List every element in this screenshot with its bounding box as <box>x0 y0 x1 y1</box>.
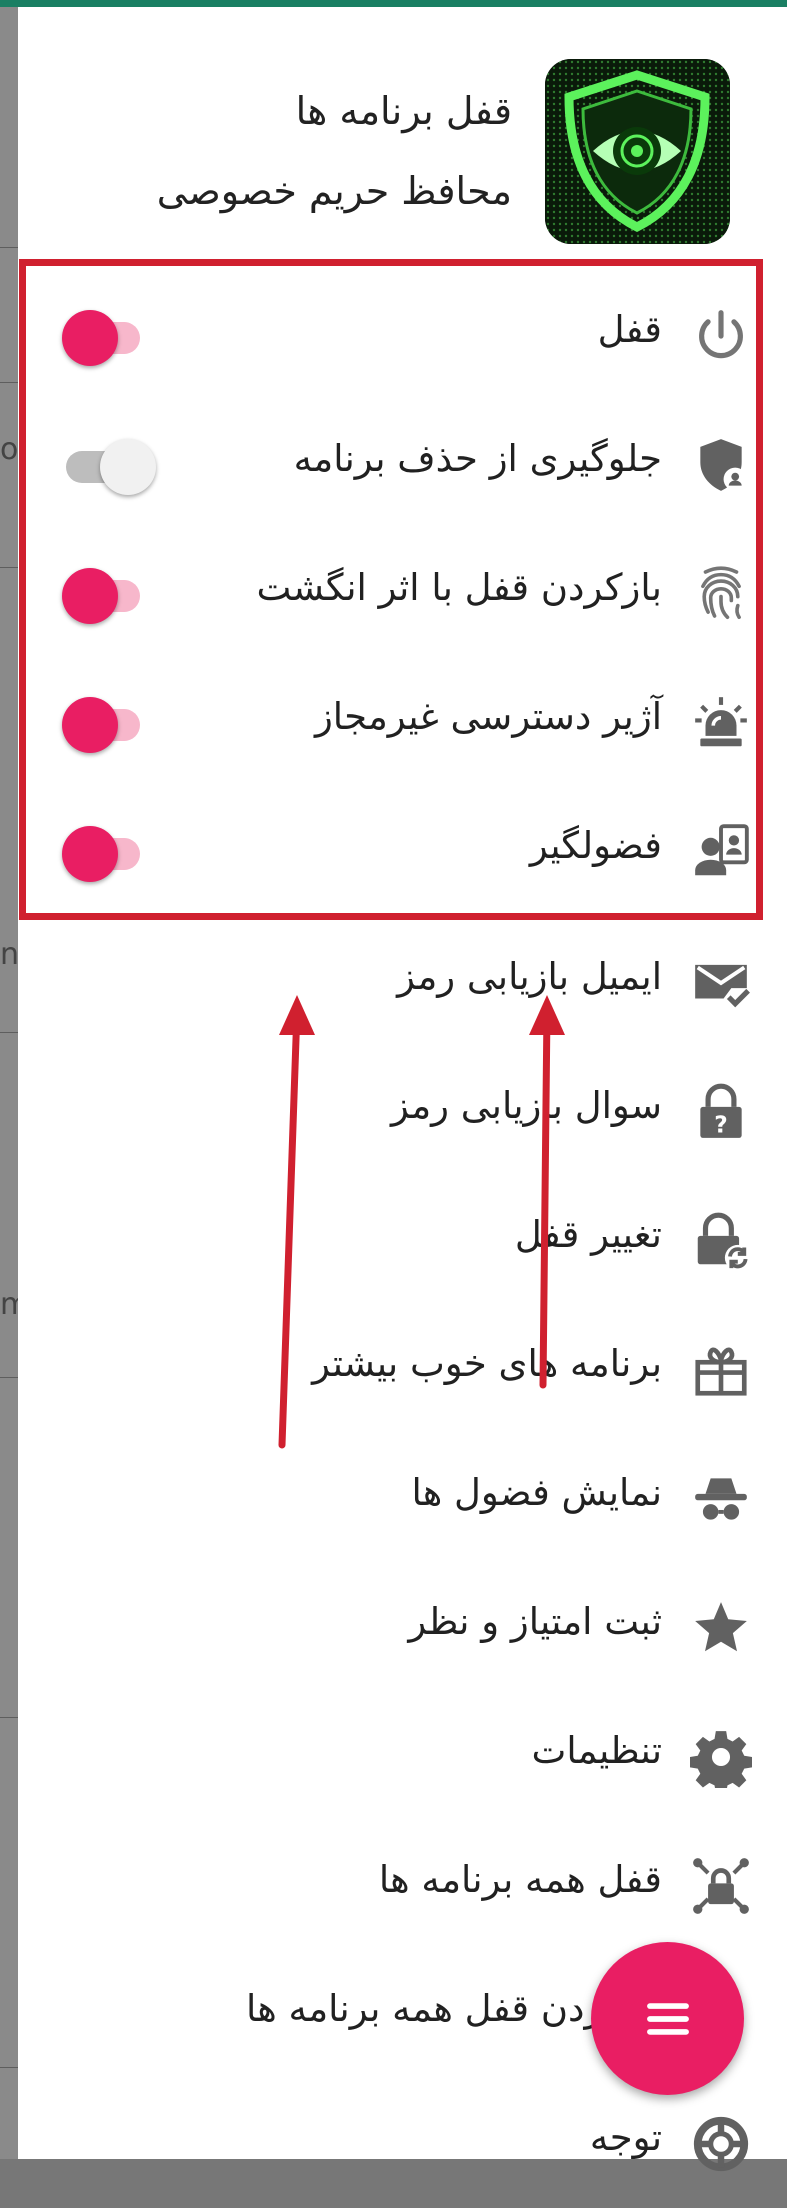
menu-item-label: برنامه های خوب بیشتر <box>312 1342 662 1385</box>
app-title: قفل برنامه ها <box>295 89 512 133</box>
menu-item-label: سوال بازیابی رمز <box>390 1084 662 1127</box>
menu-item-settings[interactable]: تنظیمات <box>18 1693 787 1821</box>
menu-fab[interactable] <box>591 1942 744 2095</box>
menu-item-recovery-question[interactable]: ? سوال بازیابی رمز <box>18 1048 787 1176</box>
lifebuoy-icon <box>687 2110 755 2178</box>
gear-icon <box>687 1723 755 1791</box>
eye-shield-logo <box>545 59 730 244</box>
menu-item-label: تنظیمات <box>531 1729 662 1772</box>
menu-item-label: قفل همه برنامه ها <box>378 1858 662 1901</box>
svg-text:?: ? <box>714 1112 728 1139</box>
app-subtitle: محافظ حریم خصوصی <box>156 169 512 213</box>
menu-item-rate[interactable]: ثبت امتیاز و نظر <box>18 1564 787 1692</box>
menu-item-label: ثبت امتیاز و نظر <box>408 1600 662 1643</box>
gift-icon <box>687 1336 755 1404</box>
lock-refresh-icon <box>687 1207 755 1275</box>
menu-item-lock-all[interactable]: قفل همه برنامه ها <box>18 1822 787 1950</box>
drawer-header: قفل برنامه ها محافظ حریم خصوصی <box>18 7 787 257</box>
status-bar <box>0 0 787 7</box>
email-check-icon <box>687 949 755 1017</box>
background-screen: o n m <box>0 7 29 2159</box>
menu-item-label: نمایش فضول ها <box>411 1471 662 1514</box>
menu-item-change-lock[interactable]: تغییر قفل <box>18 1177 787 1305</box>
lock-all-icon <box>687 1852 755 1920</box>
lock-question-icon: ? <box>687 1078 755 1146</box>
menu-item-label: ایمیل بازیابی رمز <box>397 955 662 998</box>
highlight-box <box>19 259 763 920</box>
menu-icon <box>646 2002 689 2035</box>
menu-item-label: تغییر قفل <box>514 1213 662 1256</box>
spy-icon <box>687 1465 755 1533</box>
menu-item-more-apps[interactable]: برنامه های خوب بیشتر <box>18 1306 787 1434</box>
menu-item-recovery-email[interactable]: ایمیل بازیابی رمز <box>18 919 787 1047</box>
menu-item-label: توجه <box>589 2116 662 2159</box>
menu-item-attention[interactable]: توجه <box>18 2080 787 2208</box>
menu-item-show-intruders[interactable]: نمایش فضول ها <box>18 1435 787 1563</box>
star-icon <box>687 1594 755 1662</box>
